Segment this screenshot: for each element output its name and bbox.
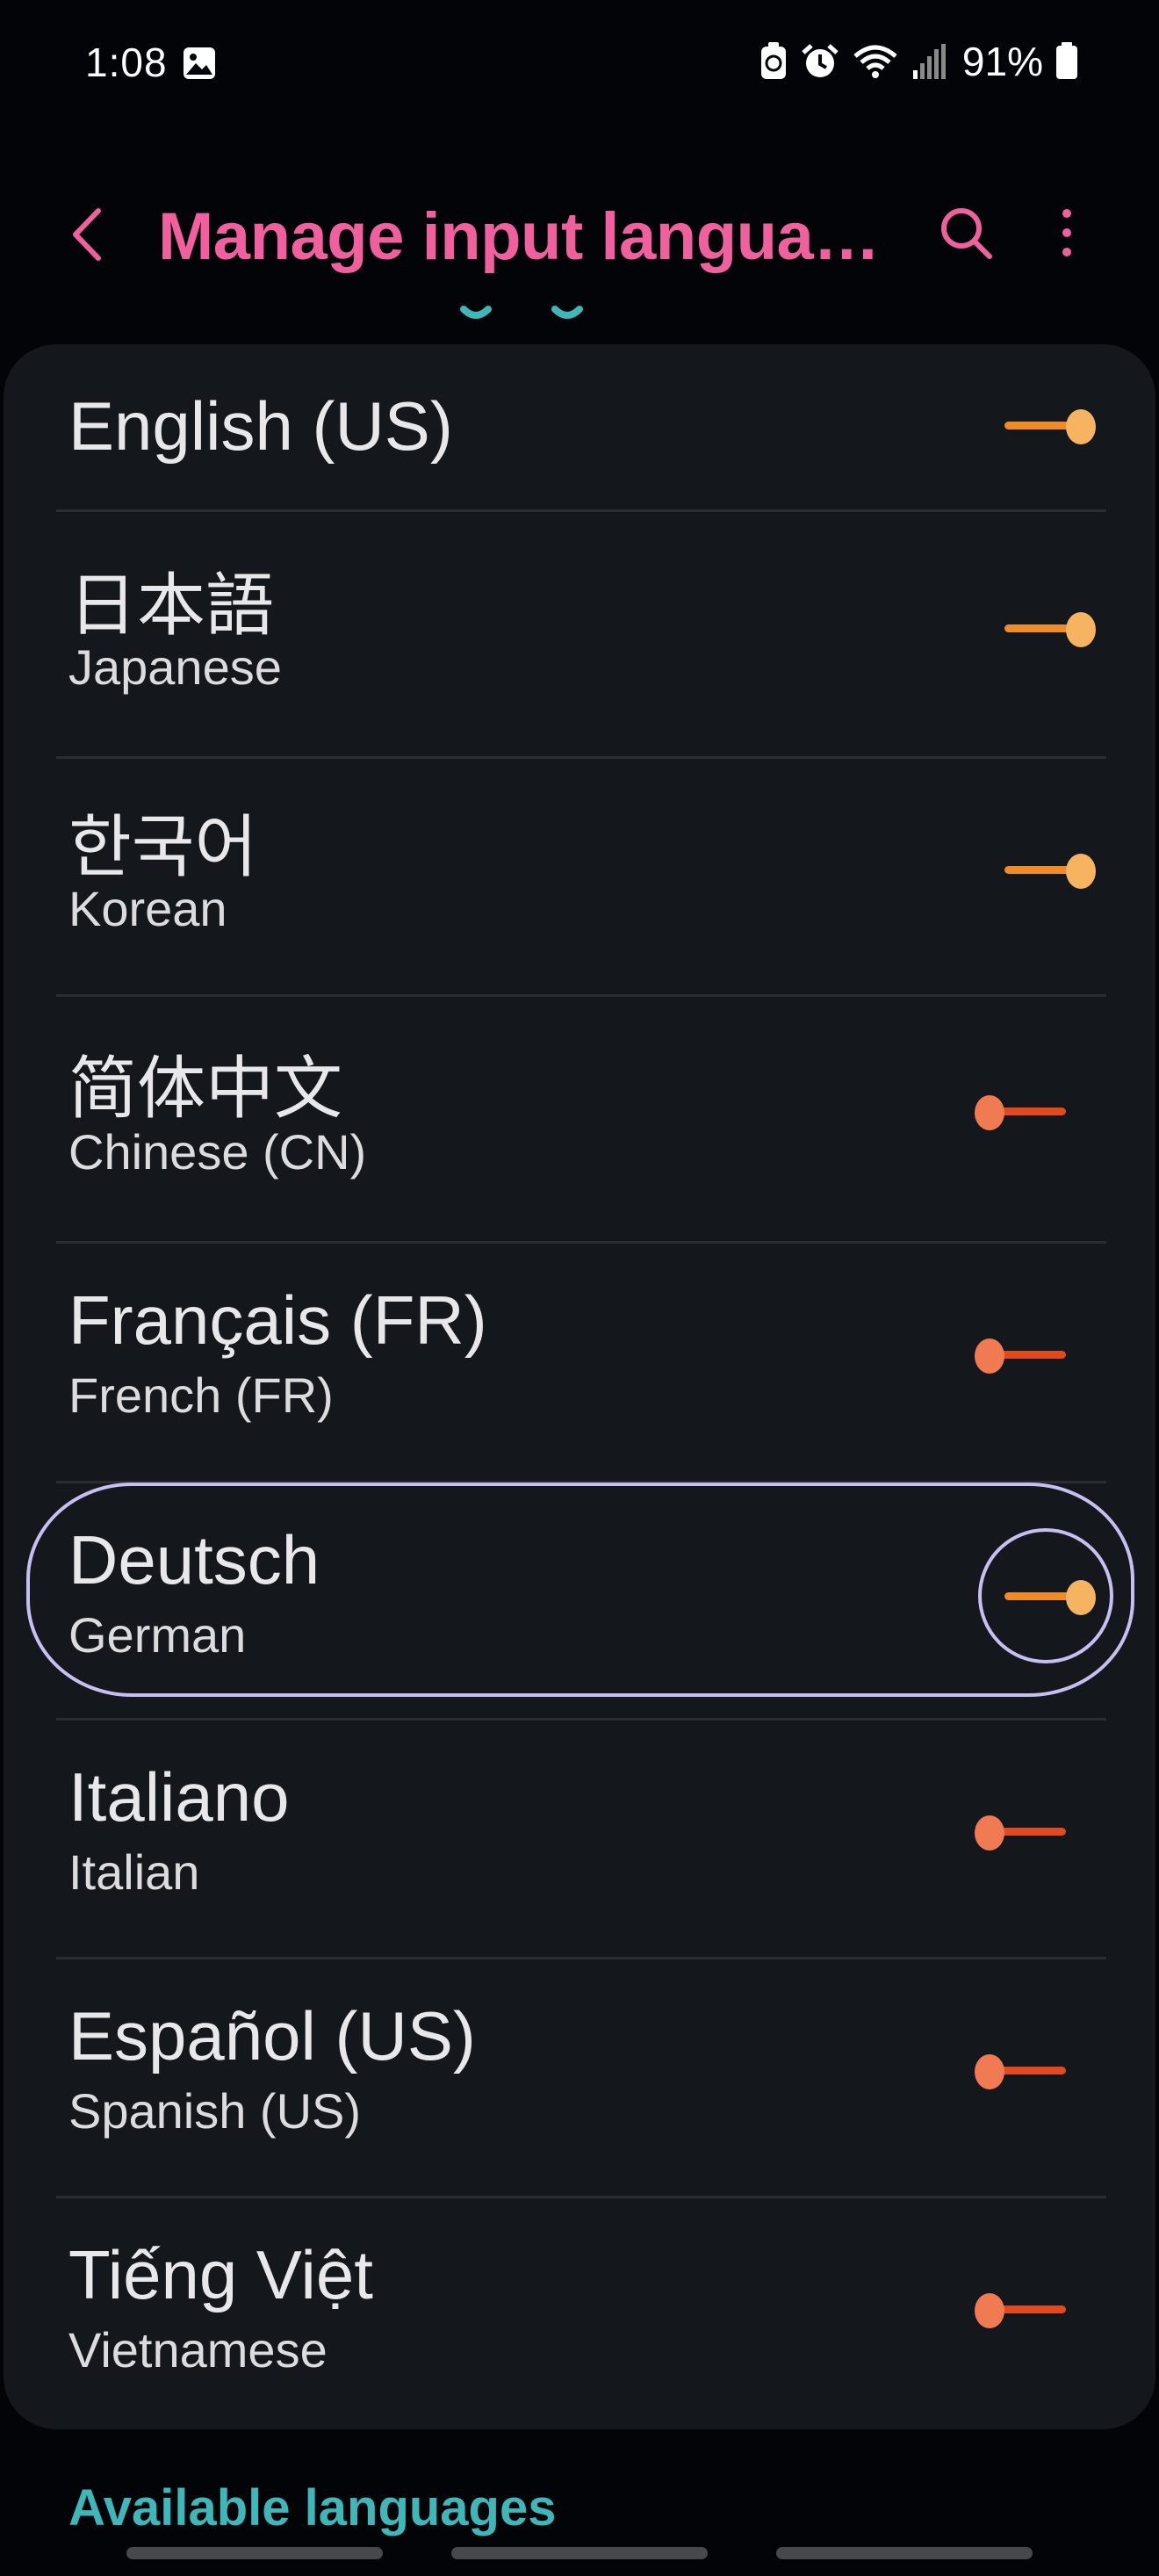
language-subtitle: Japanese [68,639,282,695]
battery-saver-icon [760,42,786,79]
language-name: Italiano [68,1758,290,1836]
list-item-vietnamese[interactable]: Tiếng Việt Vietnamese [4,2198,1155,2429]
language-toggle[interactable] [975,1812,1066,1851]
list-item-chinese[interactable]: 简体中文 Chinese (CN) [4,997,1155,1241]
list-item-spanish[interactable]: Español (US) Spanish (US) [4,1959,1155,2197]
signal-icon [912,44,946,79]
more-options-icon[interactable] [1045,202,1089,263]
language-toggle[interactable] [975,2051,1066,2089]
language-name: Tiếng Việt [68,2236,373,2313]
alarm-icon [802,44,839,77]
language-list: English (US) 日本語 Japanese 한국어 Korean 简体中… [4,344,1155,2429]
status-time: 1:08 [85,40,168,85]
language-name: Français (FR) [68,1281,487,1359]
search-icon[interactable] [935,202,997,263]
language-name: 한국어 [68,808,258,885]
wifi-icon [853,45,897,78]
list-item-italian[interactable]: Italiano Italian [4,1721,1155,1958]
list-item-japanese[interactable]: 日本語 Japanese [4,512,1155,756]
navigation-bar [0,2547,1159,2576]
nav-handle [126,2547,383,2559]
status-bar: 1:08 91% [0,0,1159,132]
list-item-french[interactable]: Français (FR) French (FR) [4,1244,1155,1481]
page-title: Manage input langua… [158,199,880,274]
scroll-indicator [460,306,583,319]
highlight-annotation-toggle [978,1528,1113,1663]
language-subtitle: Spanish (US) [68,2083,362,2139]
language-subtitle: French (FR) [68,1367,334,1423]
language-toggle[interactable] [1004,406,1096,444]
language-subtitle: Vietnamese [68,2322,328,2378]
highlight-annotation [26,1483,1134,1697]
nav-handle [776,2547,1033,2559]
language-subtitle: Chinese (CN) [68,1124,367,1180]
language-toggle[interactable] [975,1335,1066,1374]
language-toggle[interactable] [1004,609,1096,647]
language-name: Español (US) [68,1997,476,2075]
language-subtitle: Korean [68,881,227,936]
language-toggle[interactable] [975,1092,1066,1130]
battery-percent: 91% [961,39,1043,84]
language-name: 简体中文 [68,1050,343,1127]
nav-handle [451,2547,708,2559]
status-icons: 91% [759,35,1078,88]
back-arrow-icon[interactable] [63,204,116,265]
language-subtitle: Italian [68,1844,200,1900]
list-item-english[interactable]: English (US) [4,344,1155,509]
section-header-available-languages: Available languages [68,2479,557,2536]
language-toggle[interactable] [1004,850,1096,889]
gallery-icon [184,47,215,79]
list-item-korean[interactable]: 한국어 Korean [4,759,1155,994]
language-name: 日本語 [68,566,275,644]
language-name: English (US) [68,387,453,465]
language-toggle[interactable] [975,2290,1066,2328]
app-bar: Manage input langua… [0,167,1159,299]
battery-icon [1056,42,1077,79]
